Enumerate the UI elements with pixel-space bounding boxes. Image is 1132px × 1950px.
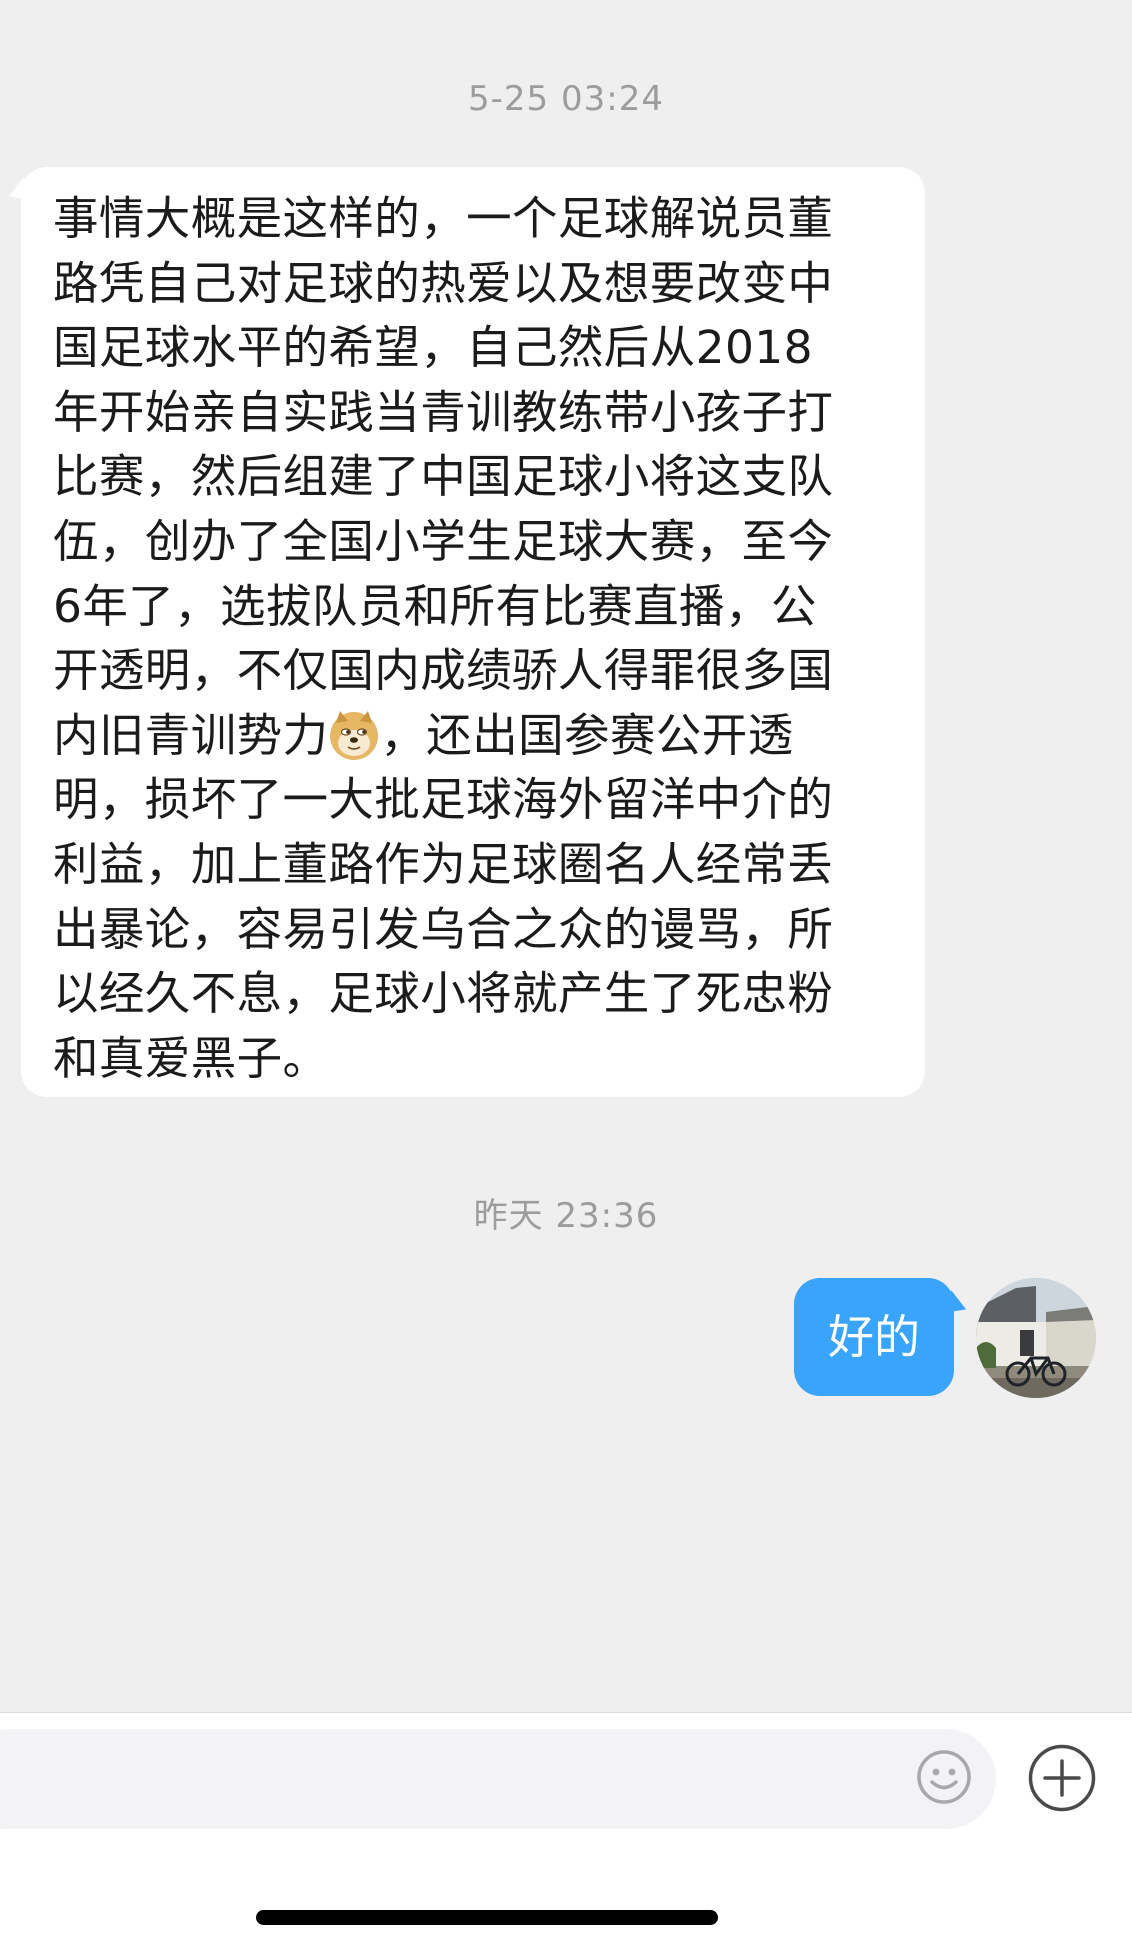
bubble-tail: [939, 1290, 971, 1324]
timestamp: 5-25 03:24: [468, 79, 664, 119]
timestamp: 昨天 23:36: [473, 1196, 659, 1236]
plus-circle-icon[interactable]: [1027, 1743, 1097, 1813]
outgoing-message-text: 好的: [828, 1310, 920, 1364]
message-line: 伍，创办了全国小学生足球大赛，至今: [53, 514, 834, 568]
message-line: 开透明，不仅国内成绩骄人得罪很多国: [53, 644, 834, 698]
divider: [0, 1712, 1132, 1713]
avatar-photo-house-bicycle: [976, 1278, 1096, 1398]
outgoing-message-bubble[interactable]: 好的: [794, 1278, 971, 1396]
message-line: 比赛，然后组建了中国足球小将这支队: [53, 450, 834, 504]
avatar[interactable]: [976, 1278, 1096, 1398]
message-line: 年开始亲自实践当青训教练带小孩子打: [53, 385, 834, 439]
home-indicator[interactable]: [256, 1910, 718, 1925]
bubble-tail: [4, 177, 36, 211]
doge-emoji-icon: [330, 710, 379, 760]
message-line: 明，损坏了一大批足球海外留洋中介的: [53, 773, 834, 827]
message-line: 路凭自己对足球的热爱以及想要改变中: [53, 256, 834, 310]
message-line: 以经久不息，足球小将就产生了死忠粉: [53, 967, 834, 1021]
message-line: 和真爱黑子。: [53, 1031, 329, 1085]
message-segment: ，还出国参赛公开透: [380, 708, 794, 762]
message-line: 6年了，选拔队员和所有比赛直播，公: [53, 579, 817, 633]
incoming-message-text: 事情大概是这样的，一个足球解说员董 路凭自己对足球的热爱以及想要改变中 国足球水…: [53, 187, 897, 1091]
message-line: 内旧青训势力 ，还出国参赛公开透: [53, 704, 897, 769]
message-line: 出暴论，容易引发乌合之众的谩骂，所: [53, 902, 834, 956]
message-line: 事情大概是这样的，一个足球解说员董: [53, 192, 834, 245]
message-line: 国足球水平的希望，自己然后从2018: [53, 321, 813, 375]
smiley-icon[interactable]: [916, 1749, 972, 1805]
message-input[interactable]: [0, 1729, 996, 1829]
message-line: 利益，加上董路作为足球圈名人经常丢: [53, 837, 834, 891]
incoming-message-bubble[interactable]: 事情大概是这样的，一个足球解说员董 路凭自己对足球的热爱以及想要改变中 国足球水…: [4, 167, 925, 1097]
message-segment: 内旧青训势力: [53, 708, 329, 762]
